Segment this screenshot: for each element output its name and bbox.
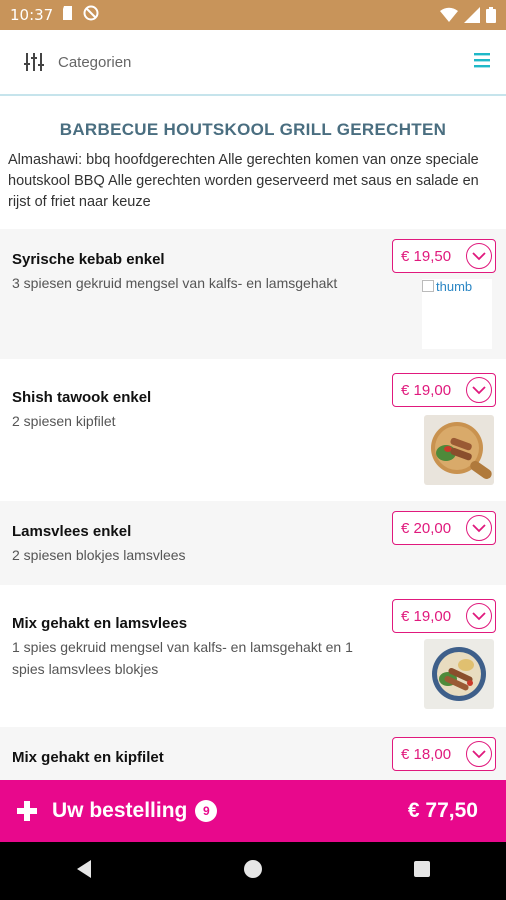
price-button[interactable]: € 20,00 [392,511,496,545]
item-price: € 19,50 [401,247,452,265]
item-price: € 19,00 [401,381,452,399]
plus-icon [16,800,38,822]
filter-sliders-icon[interactable] [22,50,46,74]
system-nav-bar [0,842,506,900]
item-description: 2 spiesen kipfilet [12,413,116,429]
hamburger-menu-icon[interactable] [474,52,490,73]
item-price: € 19,00 [401,607,452,625]
order-summary-bar[interactable]: Uw bestelling 9 € 77,50 [0,780,506,842]
menu-item[interactable]: Lamsvlees enkel 2 spiesen blokjes lamsvl… [0,501,506,585]
food-thumbnail[interactable] [424,415,494,485]
image-alt-text: thumb [436,279,473,294]
signal-icon [464,7,480,27]
sd-card-icon [61,5,75,25]
broken-image-thumbnail: thumb [422,279,492,349]
order-label: Uw bestelling [52,799,188,822]
item-description: 1 spies gekruid mengsel van kalfs- en la… [12,639,353,677]
categories-label[interactable]: Categorien [58,54,131,71]
price-button[interactable]: € 19,00 [392,599,496,633]
back-icon[interactable] [75,859,93,884]
menu-item[interactable]: Syrische kebab enkel 3 spiesen gekruid m… [0,229,506,359]
data-saver-icon [83,5,99,25]
broken-image-icon [422,280,434,292]
item-price: € 18,00 [401,745,452,763]
battery-icon [486,7,496,27]
top-bar: Categorien [0,30,506,96]
section-description: Almashawi: bbq hoofdgerechten Alle gerec… [8,152,479,210]
wifi-icon [440,7,458,27]
chevron-down-icon [466,741,492,767]
price-button[interactable]: € 19,50 [392,239,496,273]
order-count-badge: 9 [195,800,218,822]
chevron-down-icon [466,243,492,269]
price-button[interactable]: € 18,00 [392,737,496,771]
menu-content: BARBECUE HOUTSKOOL GRILL GERECHTEN Almas… [0,96,506,837]
menu-item[interactable]: Mix gehakt en lamsvlees 1 spies gekruid … [0,585,506,727]
section-title: BARBECUE HOUTSKOOL GRILL GERECHTEN [59,120,447,139]
order-total: € 77,50 [407,799,478,822]
item-description: 3 spiesen gekruid mengsel van kalfs- en … [12,275,338,291]
recents-icon[interactable] [413,860,431,883]
home-icon[interactable] [243,859,263,884]
price-button[interactable]: € 19,00 [392,373,496,407]
chevron-down-icon [466,515,492,541]
item-price: € 20,00 [401,519,452,537]
chevron-down-icon [466,603,492,629]
item-description: 2 spiesen blokjes lamsvlees [12,547,186,563]
menu-item[interactable]: Shish tawook enkel 2 spiesen kipfilet € … [0,359,506,501]
status-time: 10:37 [10,6,54,24]
status-bar: 10:37 [0,0,506,30]
food-thumbnail[interactable] [424,639,494,709]
chevron-down-icon [466,377,492,403]
